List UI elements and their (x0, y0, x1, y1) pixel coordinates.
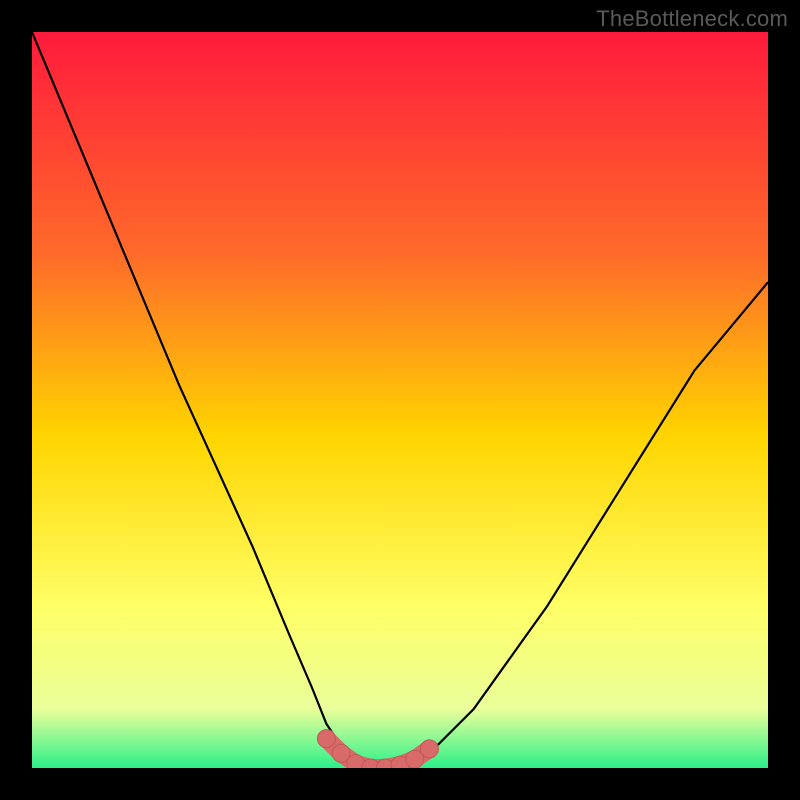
bottleneck-chart (32, 32, 768, 768)
optimal-zone-dot (420, 740, 438, 758)
optimal-zone-dot (317, 730, 335, 748)
watermark-text: TheBottleneck.com (596, 6, 788, 32)
chart-frame (32, 32, 768, 768)
gradient-background (32, 32, 768, 768)
